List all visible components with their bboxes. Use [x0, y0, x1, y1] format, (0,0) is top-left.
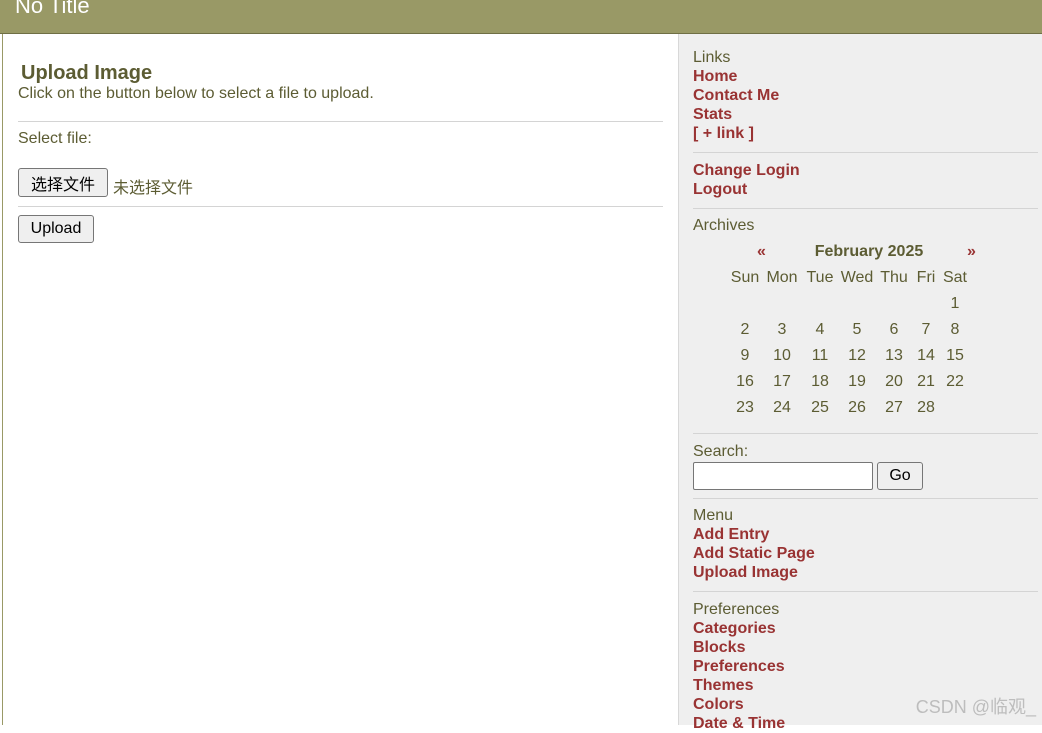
link-home[interactable]: Home	[693, 68, 737, 86]
watermark-text: CSDN @临观_	[915, 697, 1036, 717]
calendar-day: 28	[917, 399, 935, 416]
calendar-day: 15	[946, 347, 964, 364]
preferences-heading: Preferences	[693, 601, 780, 618]
calendar-weekday: Wed	[840, 269, 874, 286]
choose-file-button[interactable]: 选择文件	[18, 168, 108, 197]
link-add-static-page[interactable]: Add Static Page	[693, 545, 815, 563]
calendar-day: 17	[773, 373, 791, 390]
divider	[18, 206, 663, 207]
page-title: No Title	[15, 0, 90, 18]
search-heading: Search:	[693, 443, 749, 460]
calendar-day: 26	[848, 399, 866, 416]
calendar-day: 6	[889, 321, 899, 338]
link-preferences[interactable]: Preferences	[693, 658, 785, 676]
calendar-month-title: February 2025	[814, 243, 924, 260]
divider	[693, 433, 1038, 434]
upload-button[interactable]: Upload	[18, 215, 94, 243]
sidebar: Links Home Contact Me Stats [ + link ] C…	[678, 34, 1042, 732]
link-change-login[interactable]: Change Login	[693, 162, 800, 180]
divider	[693, 591, 1038, 592]
calendar-day: 19	[848, 373, 866, 390]
calendar-weekday: Sun	[730, 269, 760, 286]
calendar-day: 12	[848, 347, 866, 364]
calendar-day: 13	[885, 347, 903, 364]
link-date-time[interactable]: Date & Time	[693, 715, 785, 733]
calendar-day: 5	[852, 321, 862, 338]
divider	[18, 121, 663, 122]
calendar-day: 16	[736, 373, 754, 390]
archives-heading: Archives	[693, 217, 755, 234]
main-content: Upload Image Click on the button below t…	[3, 34, 678, 725]
link-logout[interactable]: Logout	[693, 181, 747, 199]
calendar-weekday: Sat	[942, 269, 967, 286]
link-upload-image[interactable]: Upload Image	[693, 564, 798, 582]
calendar-next-link[interactable]: »	[967, 243, 976, 261]
divider	[693, 498, 1038, 499]
calendar-day: 18	[811, 373, 829, 390]
calendar-day: 2	[740, 321, 750, 338]
calendar-weekday: Tue	[806, 269, 834, 286]
link-categories[interactable]: Categories	[693, 620, 776, 638]
calendar-day: 25	[811, 399, 829, 416]
calendar-day: 20	[885, 373, 903, 390]
file-status-text: 未选择文件	[113, 180, 194, 197]
calendar-prev-link[interactable]: «	[757, 243, 766, 261]
link-contact-me[interactable]: Contact Me	[693, 87, 779, 105]
link-blocks[interactable]: Blocks	[693, 639, 745, 657]
header-bar: No Title	[0, 0, 1042, 34]
calendar-day: 1	[950, 295, 960, 312]
calendar-day: 11	[811, 347, 829, 364]
upload-heading: Upload Image	[21, 62, 153, 84]
link-colors[interactable]: Colors	[693, 696, 744, 714]
divider	[693, 152, 1038, 153]
calendar-day: 23	[736, 399, 754, 416]
search-input[interactable]	[693, 462, 873, 490]
link-themes[interactable]: Themes	[693, 677, 753, 695]
link-add-entry[interactable]: Add Entry	[693, 526, 769, 544]
search-go-button[interactable]: Go	[877, 462, 923, 490]
link-stats[interactable]: Stats	[693, 106, 732, 124]
upload-description: Click on the button below to select a fi…	[18, 85, 374, 102]
menu-heading: Menu	[693, 507, 734, 524]
calendar-day: 24	[773, 399, 791, 416]
calendar-day: 4	[815, 321, 825, 338]
calendar-day: 9	[740, 347, 750, 364]
calendar-day: 8	[950, 321, 960, 338]
add-link[interactable]: [ + link ]	[693, 125, 754, 143]
calendar-day: 3	[777, 321, 787, 338]
links-heading: Links	[693, 49, 731, 66]
divider	[693, 208, 1038, 209]
calendar-day: 27	[885, 399, 903, 416]
calendar-weekday: Mon	[766, 269, 798, 286]
calendar-weekday: Thu	[880, 269, 908, 286]
select-file-label: Select file:	[18, 130, 92, 147]
calendar-day: 22	[946, 373, 964, 390]
calendar-day: 10	[773, 347, 791, 364]
